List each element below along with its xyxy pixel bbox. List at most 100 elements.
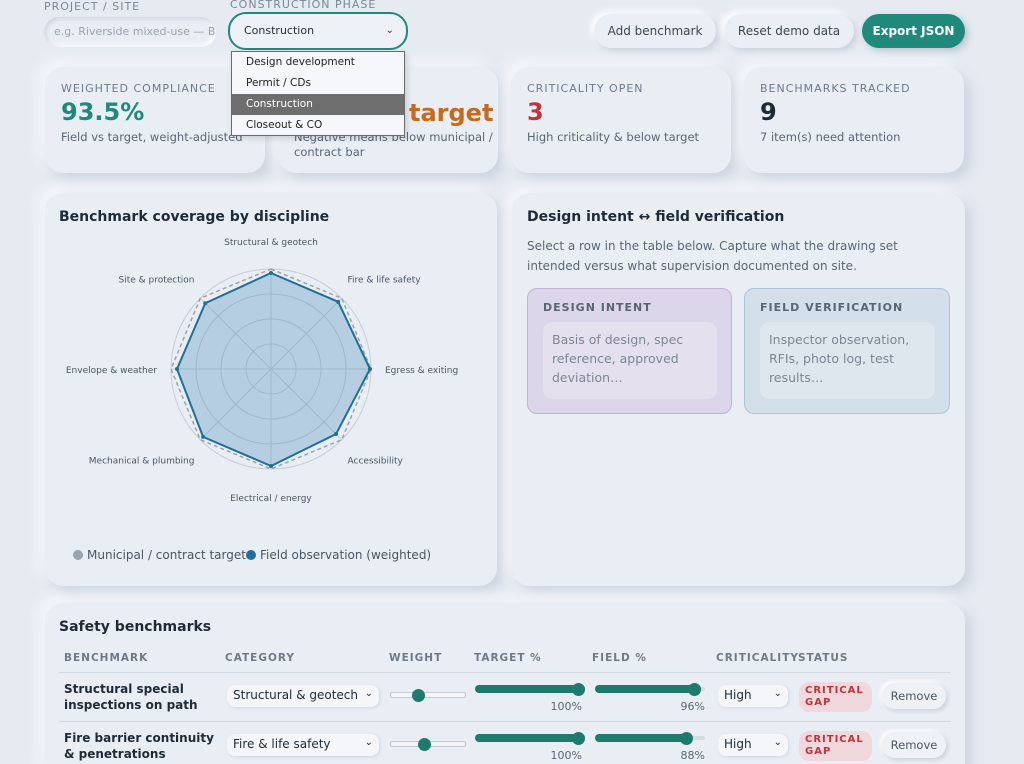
stat-sub: 7 item(s) need attention: [760, 130, 901, 144]
design-intent-textarea[interactable]: Basis of design, spec reference, approve…: [543, 322, 717, 399]
series-field-point: [269, 271, 273, 275]
intent-description: Select a row in the table below. Capture…: [527, 239, 898, 273]
series-field-point: [175, 367, 179, 371]
weight-slider[interactable]: [390, 738, 466, 751]
intent-title: Design intent ↔ field verification: [527, 209, 785, 225]
stat-value: 3: [527, 98, 544, 126]
export-json-button[interactable]: Export JSON: [862, 14, 965, 48]
radar-chart: Structural & geotech Fire & life safety Eg…: [66, 238, 458, 504]
slider-thumb[interactable]: [572, 732, 585, 745]
legend-field-dot: [246, 550, 256, 560]
category-value: Structural & geotech: [233, 688, 359, 702]
th-criticality: CRITICALITY: [716, 652, 799, 664]
stat-value: 9: [760, 98, 777, 126]
chevron-down-icon: ⌄: [773, 688, 782, 699]
target-slider[interactable]: [475, 683, 585, 696]
stat-value: 93.5%: [61, 98, 145, 126]
slider-fill: [595, 734, 692, 742]
radar-axis-label: Fire & life safety: [348, 275, 422, 285]
field-slider[interactable]: [595, 732, 705, 745]
th-weight: WEIGHT: [389, 652, 443, 664]
slider-fill: [475, 685, 585, 693]
th-status: STATUS: [798, 652, 849, 664]
series-field-point: [269, 464, 273, 468]
radar-axis-label: Egress & exiting: [385, 366, 458, 376]
benchmark-name: Structural special inspections on path: [64, 682, 198, 712]
design-intent-panel: DESIGN INTENT Basis of design, spec refe…: [527, 288, 732, 414]
weight-slider[interactable]: [390, 689, 466, 702]
th-category: CATEGORY: [225, 652, 296, 664]
legend-field-label: Field observation (weighted): [260, 548, 432, 562]
radar-axis-label: Structural & geotech: [224, 238, 318, 248]
criticality-select[interactable]: High ⌄: [718, 734, 788, 756]
remove-button[interactable]: Remove: [882, 732, 946, 758]
phase-select-value: Construction: [244, 24, 315, 37]
slider-thumb[interactable]: [418, 738, 432, 751]
reset-demo-button[interactable]: Reset demo data: [724, 14, 854, 48]
stat-label: BENCHMARKS TRACKED: [760, 82, 911, 95]
safety-benchmarks-card: Safety benchmarks BENCHMARK CATEGORY WEI…: [45, 603, 965, 764]
target-value: 100%: [550, 749, 582, 762]
category-select[interactable]: Fire & life safety ⌄: [227, 734, 379, 756]
stat-sub: High criticality & below target: [527, 130, 700, 144]
construction-phase-label: CONSTRUCTION PHASE: [230, 0, 377, 11]
table-row[interactable]: Structural special inspections on path S…: [45, 673, 965, 721]
phase-option-selected[interactable]: Construction: [232, 94, 404, 115]
chevron-down-icon: ⌄: [364, 737, 373, 748]
field-slider[interactable]: [595, 683, 705, 696]
slider-fill: [475, 734, 585, 742]
legend-target-label: Municipal / contract target: [87, 548, 246, 562]
target-slider[interactable]: [475, 732, 585, 745]
radar-axis-label: Envelope & weather: [66, 366, 157, 376]
construction-phase-select[interactable]: Construction ⌄: [228, 12, 408, 50]
chevron-down-icon: ⌄: [773, 737, 782, 748]
series-field-point: [336, 299, 341, 304]
radar-axis-label: Site & protection: [118, 275, 194, 285]
stat-label: WEIGHTED COMPLIANCE: [61, 82, 216, 95]
design-intent-card: Design intent ↔ field verification Selec…: [512, 193, 965, 586]
field-value: 96%: [680, 700, 705, 713]
field-verification-heading: FIELD VERIFICATION: [760, 301, 904, 314]
series-field-point: [368, 367, 372, 371]
phase-option[interactable]: Permit / CDs: [232, 73, 404, 94]
stat-label: CRITICALITY OPEN: [527, 82, 644, 95]
th-benchmark: BENCHMARK: [64, 652, 149, 664]
category-value: Fire & life safety: [233, 737, 331, 751]
target-value: 100%: [550, 700, 582, 713]
remove-button[interactable]: Remove: [882, 683, 946, 709]
phase-option[interactable]: Design development: [232, 52, 404, 73]
add-benchmark-button[interactable]: Add benchmark: [594, 14, 716, 48]
stat-card-criticality-open: CRITICALITY OPEN 3 High criticality & be…: [511, 67, 731, 173]
radar-axis-label: Accessibility: [348, 457, 404, 467]
phase-option[interactable]: Closeout & CO: [232, 115, 404, 136]
criticality-select[interactable]: High ⌄: [718, 685, 788, 707]
slider-thumb[interactable]: [688, 683, 702, 696]
slider-track: [390, 692, 466, 698]
benchmark-name: Fire barrier continuity & penetrations: [64, 731, 214, 761]
category-select[interactable]: Structural & geotech ⌄: [227, 685, 379, 707]
stat-card-benchmarks-tracked: BENCHMARKS TRACKED 9 7 item(s) need atte…: [744, 67, 964, 173]
series-field-point: [201, 434, 206, 439]
th-target: TARGET %: [474, 652, 542, 664]
stat-value: target: [409, 99, 494, 127]
slider-thumb[interactable]: [412, 689, 426, 702]
radar-axis-label: Mechanical & plumbing: [89, 457, 195, 467]
field-verification-textarea[interactable]: Inspector observation, RFIs, photo log, …: [760, 322, 935, 399]
criticality-value: High: [724, 737, 752, 751]
table-row[interactable]: Fire barrier continuity & penetrations F…: [45, 722, 965, 764]
slider-thumb[interactable]: [572, 683, 585, 696]
slider-fill: [595, 685, 701, 693]
project-site-input[interactable]: e.g. Riverside mixed-use — Bl: [44, 17, 216, 47]
field-verification-panel: FIELD VERIFICATION Inspector observation…: [744, 288, 950, 414]
slider-thumb[interactable]: [680, 732, 694, 745]
status-badge: CRITICAL GAP: [799, 731, 872, 761]
radar-card: Benchmark coverage by discipline Structu…: [45, 193, 497, 586]
legend-target-dot: [73, 550, 83, 560]
series-field-point: [334, 432, 339, 437]
criticality-value: High: [724, 688, 752, 702]
phase-dropdown-list: Design development Permit / CDs Construc…: [231, 51, 405, 136]
th-field: FIELD %: [592, 652, 647, 664]
table-title: Safety benchmarks: [59, 619, 212, 635]
field-value: 88%: [680, 749, 705, 762]
design-intent-heading: DESIGN INTENT: [543, 301, 652, 314]
